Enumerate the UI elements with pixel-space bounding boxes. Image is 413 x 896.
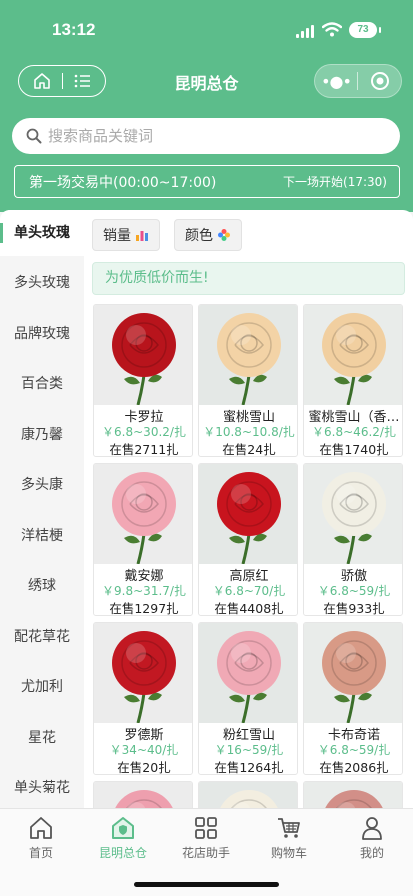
warehouse-shield-icon	[112, 817, 134, 839]
status-bar: 13:12 73	[0, 0, 413, 58]
more-icon[interactable]: •●•	[315, 72, 357, 91]
sort-sales-button[interactable]: 销量	[92, 219, 160, 251]
product-stock: 在售2711扎	[109, 442, 179, 457]
product-stock: 在售2086扎	[319, 760, 389, 775]
home-indicator	[134, 882, 279, 887]
product-card[interactable]	[198, 781, 298, 810]
product-stock: 在售1297扎	[109, 601, 179, 616]
battery-icon: 73	[349, 22, 381, 38]
filter-color-label: 颜色	[185, 228, 213, 244]
tab-home-label: 首页	[28, 846, 53, 860]
product-stock: 在售4408扎	[214, 601, 284, 616]
product-image	[94, 464, 192, 564]
sidebar-item-hydrangea[interactable]: 绣球	[0, 563, 84, 609]
product-card[interactable]: 骄傲 ￥6.8~59/扎 在售933扎	[303, 463, 403, 616]
tab-warehouse[interactable]: 昆明总仓	[82, 809, 164, 869]
search-input[interactable]	[48, 127, 348, 145]
product-image	[304, 464, 402, 564]
sort-sales-label: 销量	[103, 228, 131, 244]
trade-session-banner: 第一场交易中(00:00~17:00) 下一场开始(17:30)	[14, 165, 400, 198]
sidebar-item-single-rose[interactable]: 单头玫瑰	[0, 210, 84, 256]
product-card[interactable]: 高原红 ￥6.8~70/扎 在售4408扎	[198, 463, 298, 616]
product-image	[199, 623, 297, 723]
product-image	[199, 782, 297, 810]
mini-program-capsule: •●•	[314, 64, 402, 98]
product-image	[94, 782, 192, 810]
nav-bar: 昆明总仓 •●•	[0, 62, 413, 100]
bar-chart-icon	[136, 231, 148, 241]
product-image	[94, 623, 192, 723]
tab-shop-assistant[interactable]: 花店助手	[165, 809, 247, 869]
product-price: ￥9.8~31.7/扎	[102, 584, 186, 598]
user-icon	[362, 817, 382, 840]
product-price: ￥6.8~46.2/扎	[312, 425, 396, 439]
tab-warehouse-label: 昆明总仓	[98, 846, 147, 860]
tab-home[interactable]: 首页	[0, 809, 82, 869]
tab-shop-assistant-label: 花店助手	[181, 846, 230, 860]
product-card[interactable]	[303, 781, 403, 810]
product-card[interactable]: 粉红雪山 ￥16~59/扎 在售1264扎	[198, 622, 298, 775]
product-price: ￥34~40/扎	[109, 743, 179, 757]
product-image	[304, 305, 402, 405]
home-icon	[30, 817, 52, 839]
product-stock: 在售24扎	[222, 442, 276, 457]
product-card[interactable]: 罗德斯 ￥34~40/扎 在售20扎	[93, 622, 193, 775]
product-price: ￥6.8~59/扎	[317, 584, 391, 598]
product-stock: 在售20扎	[117, 760, 171, 775]
sidebar-item-carnation[interactable]: 康乃馨	[0, 412, 84, 458]
tab-profile[interactable]: 我的	[331, 809, 413, 869]
sidebar-item-spray-rose[interactable]: 多头玫瑰	[0, 260, 84, 306]
product-card[interactable]: 蜜桃雪山（香… ￥6.8~46.2/扎 在售1740扎	[303, 304, 403, 457]
product-card[interactable]: 戴安娜 ￥9.8~31.7/扎 在售1297扎	[93, 463, 193, 616]
sidebar-item-single-chrysanthemum[interactable]: 单头菊花	[0, 765, 84, 810]
sidebar-item-filler-flowers[interactable]: 配花草花	[0, 614, 84, 660]
product-image	[94, 305, 192, 405]
cart-icon	[278, 818, 300, 838]
product-image	[304, 623, 402, 723]
product-price: ￥6.8~70/扎	[212, 584, 286, 598]
status-time: 13:12	[52, 20, 96, 39]
product-card[interactable]: 卡布奇诺 ￥6.8~59/扎 在售2086扎	[303, 622, 403, 775]
tab-cart[interactable]: 购物车	[248, 809, 330, 869]
product-card[interactable]	[93, 781, 193, 810]
category-sidebar: 单头玫瑰 多头玫瑰 品牌玫瑰 百合类 康乃馨 多头康 洋桔梗 绣球 配花草花 尤…	[0, 210, 84, 810]
product-image	[304, 782, 402, 810]
palette-icon	[218, 229, 230, 241]
current-session-text: 第一场交易中(00:00~17:00)	[29, 174, 217, 191]
product-card[interactable]: 蜜桃雪山 ￥10.8~10.8/扎 在售24扎	[198, 304, 298, 457]
product-stock: 在售933扎	[323, 601, 385, 616]
filter-color-button[interactable]: 颜色	[174, 219, 242, 251]
product-price: ￥10.8~10.8/扎	[203, 425, 295, 439]
product-price: ￥16~59/扎	[214, 743, 284, 757]
product-stock: 在售1740扎	[319, 442, 389, 457]
sidebar-item-star-flower[interactable]: 星花	[0, 715, 84, 761]
product-card[interactable]: 卡罗拉 ￥6.8~30.2/扎 在售2711扎	[93, 304, 193, 457]
sidebar-item-lisianthus[interactable]: 洋桔梗	[0, 513, 84, 559]
grid-icon	[195, 817, 217, 839]
product-image	[199, 464, 297, 564]
sidebar-item-eucalyptus[interactable]: 尤加利	[0, 664, 84, 710]
sidebar-item-lily[interactable]: 百合类	[0, 361, 84, 407]
main-content: 单头玫瑰 多头玫瑰 品牌玫瑰 百合类 康乃馨 多头康 洋桔梗 绣球 配花草花 尤…	[0, 210, 413, 810]
product-price: ￥6.8~59/扎	[317, 743, 391, 757]
next-session-text: 下一场开始(17:30)	[283, 175, 387, 189]
product-price: ￥6.8~30.2/扎	[102, 425, 186, 439]
wifi-icon	[322, 22, 342, 37]
product-stock: 在售1264扎	[214, 760, 284, 775]
promo-banner: 为优质低价而生!	[92, 262, 405, 295]
sidebar-item-spray-carnation[interactable]: 多头康	[0, 462, 84, 508]
sidebar-item-brand-rose[interactable]: 品牌玫瑰	[0, 311, 84, 357]
signal-icon	[296, 25, 314, 38]
close-miniprogram-icon[interactable]	[358, 71, 401, 91]
tab-cart-label: 购物车	[270, 846, 307, 860]
tab-profile-label: 我的	[359, 846, 384, 860]
search-bar[interactable]	[12, 118, 400, 154]
product-image	[199, 305, 297, 405]
search-icon	[26, 128, 42, 144]
